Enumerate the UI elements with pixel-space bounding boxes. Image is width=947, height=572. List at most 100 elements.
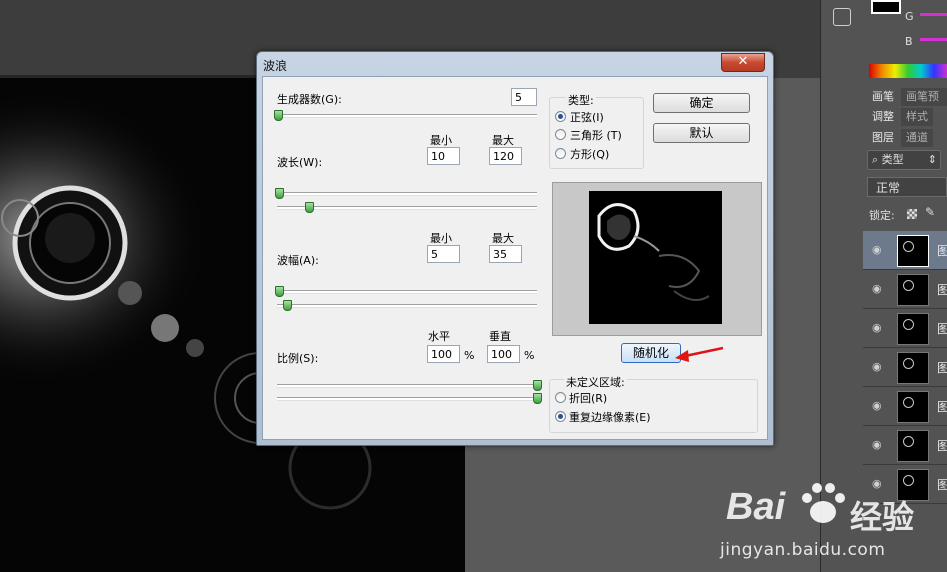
repeat-edge-pixels-radio[interactable]	[555, 411, 566, 422]
watermark-brand: Bai	[726, 486, 786, 528]
panel-icon[interactable]	[833, 8, 851, 26]
amplitude-max-slider-track[interactable]	[277, 304, 537, 308]
baidu-watermark: Bai 经验 jingyan.baidu.com	[720, 468, 947, 572]
type-square-radio[interactable]	[555, 148, 566, 159]
close-button[interactable]: ✕	[721, 53, 765, 72]
tab-layers[interactable]: 图层	[867, 129, 899, 147]
type-triangle-label[interactable]: 三角形 (T)	[570, 127, 622, 143]
scale-horizontal-unit: %	[464, 349, 475, 362]
wavelength-max-label: 最大	[492, 134, 514, 147]
preview-frame	[552, 182, 762, 336]
wavelength-min-slider-track[interactable]	[277, 192, 537, 196]
layer-row[interactable]: ◉ 图	[863, 309, 947, 348]
eye-icon[interactable]: ◉	[872, 321, 882, 334]
preview-image[interactable]	[589, 191, 722, 324]
eye-icon[interactable]: ◉	[872, 360, 882, 373]
layer-filter[interactable]: ⌕ 类型 ⇕	[867, 150, 941, 170]
search-icon: ⌕	[872, 153, 879, 166]
eye-icon[interactable]: ◉	[872, 282, 882, 295]
ok-button[interactable]: 确定	[653, 93, 750, 113]
color-spectrum[interactable]	[869, 64, 947, 78]
scale-horizontal-slider-track[interactable]	[277, 384, 537, 388]
watermark-url: jingyan.baidu.com	[720, 540, 886, 560]
wavelength-min-input[interactable]: 10	[427, 147, 460, 165]
layer-row[interactable]: ◉ 图	[863, 426, 947, 465]
scale-label: 比例(S):	[277, 352, 319, 365]
type-triangle-radio[interactable]	[555, 129, 566, 140]
wrap-around-label[interactable]: 折回(R)	[569, 390, 607, 406]
layer-name: 图	[937, 322, 947, 336]
default-button[interactable]: 默认	[653, 123, 750, 143]
amplitude-min-input[interactable]: 5	[427, 245, 460, 263]
layer-thumbnail	[897, 430, 929, 462]
lock-brush-icon[interactable]: ✎	[925, 205, 935, 219]
tab-brush[interactable]: 画笔	[867, 88, 899, 106]
scale-horizontal-input[interactable]: 100	[427, 345, 460, 363]
tab-channels[interactable]: 通道	[901, 129, 933, 147]
undefined-area-title: 未定义区域:	[564, 374, 627, 390]
scale-vertical-slider-track[interactable]	[277, 397, 537, 401]
lock-label: 锁定:	[869, 209, 895, 222]
filter-kind-label: 类型	[881, 153, 904, 166]
tab-adjustments[interactable]: 调整	[867, 108, 899, 126]
type-group-title: 类型:	[566, 92, 596, 108]
wrap-around-radio[interactable]	[555, 392, 566, 403]
paw-logo-icon	[802, 483, 845, 523]
amplitude-min-slider-track[interactable]	[277, 290, 537, 294]
preview-artwork	[597, 203, 710, 301]
scale-horizontal-label: 水平	[428, 330, 450, 343]
close-icon: ✕	[737, 54, 749, 69]
layer-row[interactable]: ◉ 图	[863, 387, 947, 426]
randomize-button[interactable]: 随机化	[621, 343, 681, 363]
eye-icon[interactable]: ◉	[872, 243, 882, 256]
layer-thumbnail	[897, 352, 929, 384]
g-slider[interactable]	[920, 13, 947, 16]
tab-brush-presets[interactable]: 画笔预设	[901, 88, 947, 121]
generators-input[interactable]: 5	[511, 88, 537, 106]
amplitude-min-slider-handle[interactable]	[275, 286, 284, 297]
dialog-title: 波浪	[263, 59, 288, 73]
wavelength-max-input[interactable]: 120	[489, 147, 522, 165]
eye-icon[interactable]: ◉	[872, 438, 882, 451]
updown-icon: ⇕	[927, 153, 937, 166]
generators-slider-track[interactable]	[277, 114, 537, 118]
wavelength-min-label: 最小	[430, 134, 452, 147]
wavelength-max-slider-handle[interactable]	[305, 202, 314, 213]
amplitude-max-input[interactable]: 35	[489, 245, 522, 263]
scale-vertical-slider-handle[interactable]	[533, 393, 542, 404]
color-swatch[interactable]	[871, 0, 901, 14]
scale-vertical-unit: %	[524, 349, 535, 362]
amplitude-min-label: 最小	[430, 232, 452, 245]
type-sine-label[interactable]: 正弦(I)	[570, 109, 604, 125]
amplitude-label: 波幅(A):	[277, 254, 319, 267]
layer-row[interactable]: ◉ 图	[863, 270, 947, 309]
repeat-edge-pixels-label[interactable]: 重复边缘像素(E)	[569, 409, 651, 425]
annotation-arrow	[675, 346, 724, 362]
wavelength-min-slider-handle[interactable]	[275, 188, 284, 199]
lock-transparency-icon[interactable]	[907, 209, 917, 219]
generators-slider-handle[interactable]	[274, 110, 283, 121]
tab-styles[interactable]: 样式	[901, 108, 933, 126]
layer-name: 图	[937, 361, 947, 375]
layer-row[interactable]: ◉ 图	[863, 348, 947, 387]
scale-vertical-label: 垂直	[489, 330, 511, 343]
amplitude-max-slider-handle[interactable]	[283, 300, 292, 311]
g-label: G	[905, 10, 914, 23]
layer-thumbnail	[897, 274, 929, 306]
eye-icon[interactable]: ◉	[872, 399, 882, 412]
layer-name: 图	[937, 400, 947, 414]
layer-thumbnail	[897, 313, 929, 345]
blend-mode-select[interactable]: 正常	[867, 177, 947, 197]
blend-mode-label: 正常	[876, 181, 901, 195]
amplitude-max-label: 最大	[492, 232, 514, 245]
wave-dialog: 波浪 ✕ 生成器数(G): 5 最小 最大 波长(W): 10 120 最小 最…	[256, 51, 774, 446]
layer-name: 图	[937, 283, 947, 297]
scale-vertical-input[interactable]: 100	[487, 345, 520, 363]
wavelength-label: 波长(W):	[277, 156, 323, 169]
scale-horizontal-slider-handle[interactable]	[533, 380, 542, 391]
wavelength-max-slider-track[interactable]	[277, 206, 537, 210]
layer-row[interactable]: ◉ 图	[863, 231, 947, 270]
type-sine-radio[interactable]	[555, 111, 566, 122]
b-slider[interactable]	[920, 38, 947, 41]
type-square-label[interactable]: 方形(Q)	[570, 146, 609, 162]
